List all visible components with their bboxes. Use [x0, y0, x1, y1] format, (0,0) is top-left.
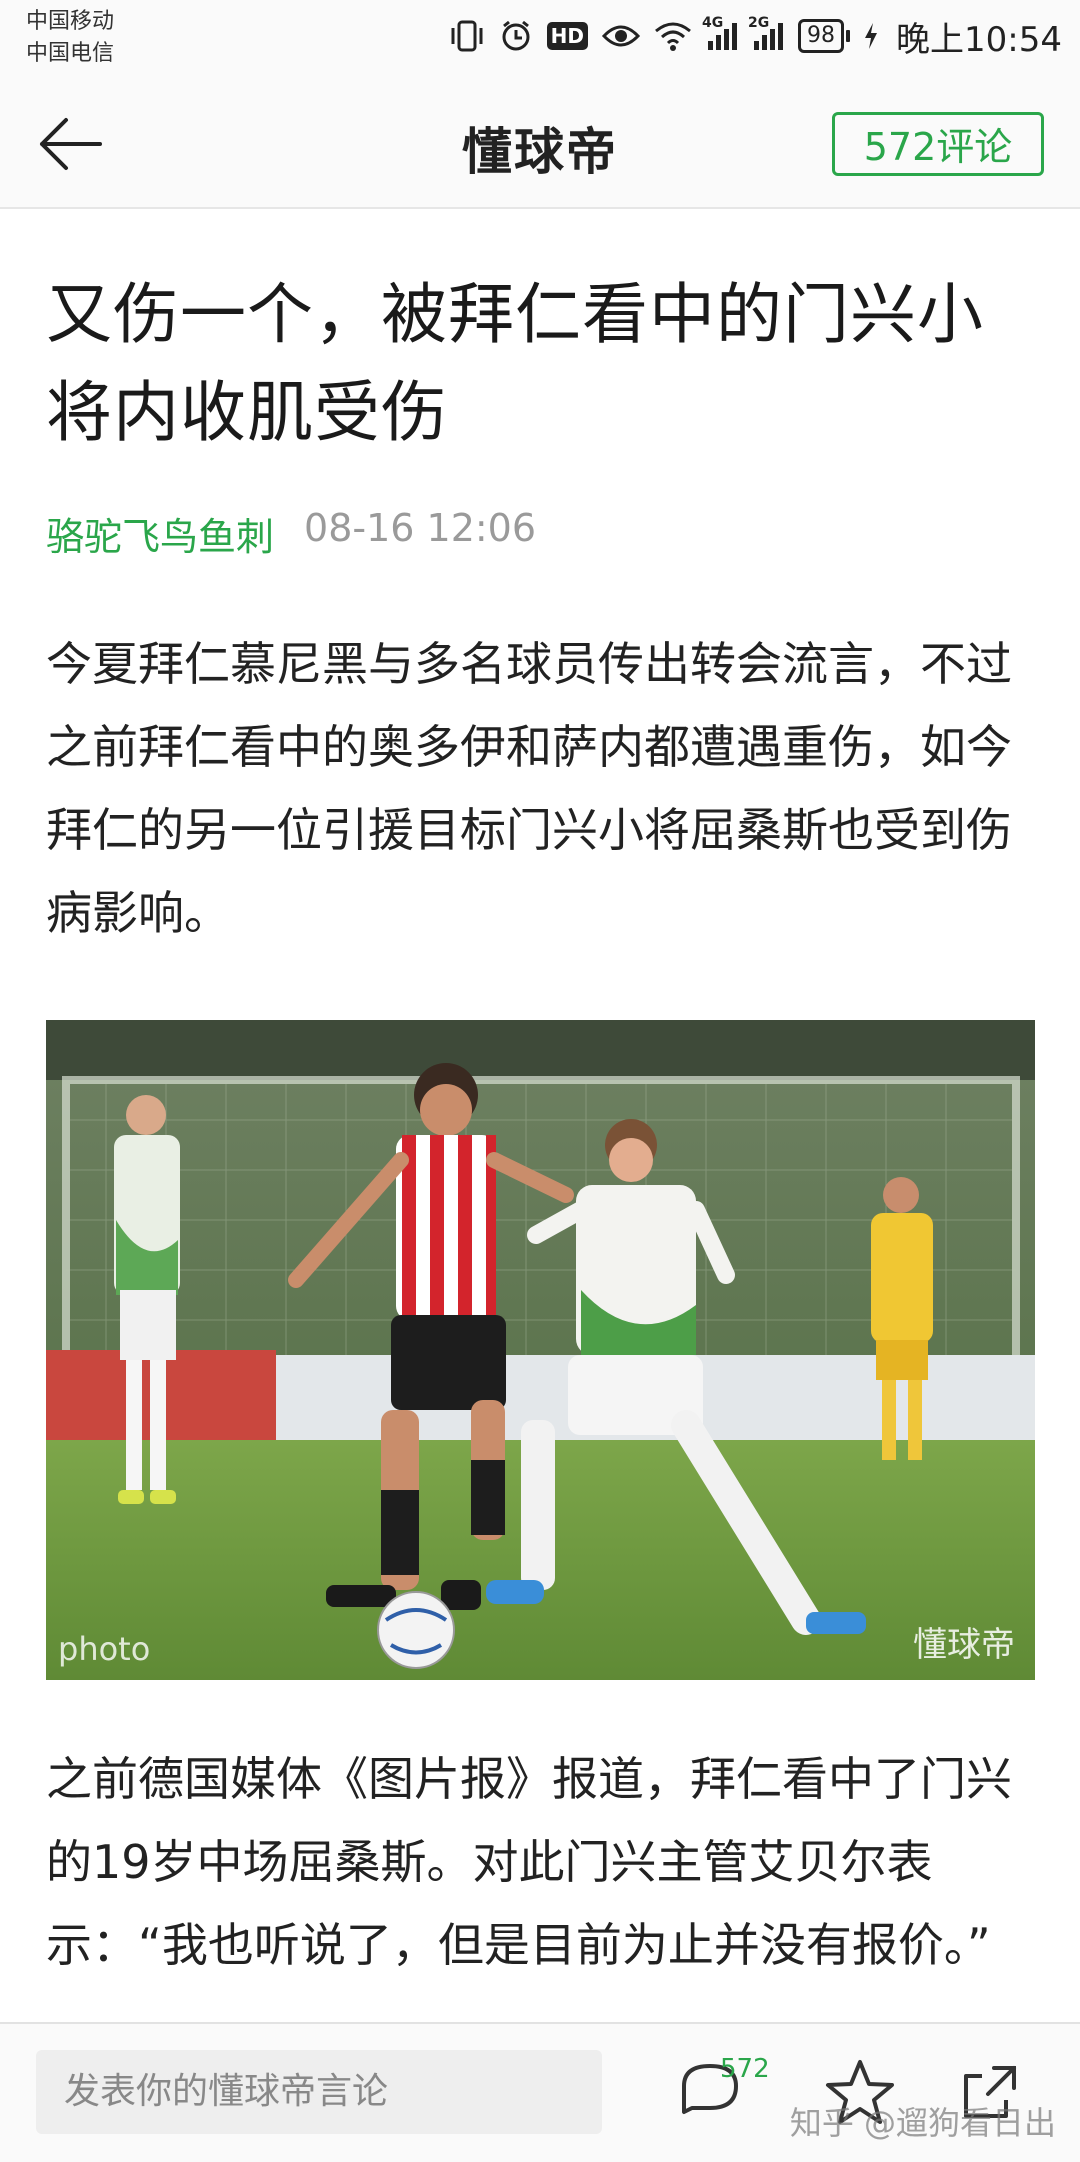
hd-icon: HD — [546, 22, 589, 50]
alarm-icon — [499, 19, 533, 53]
comment-input[interactable]: 发表你的懂球帝言论 — [36, 2050, 602, 2134]
charging-icon — [864, 23, 878, 49]
eye-icon — [602, 22, 641, 50]
author-link[interactable]: 骆驼飞鸟鱼刺 — [46, 506, 274, 561]
network-type-label: 2G — [748, 15, 770, 31]
bottom-action-bar: 发表你的懂球帝言论 572 知乎 @遛狗看日出 — [0, 2022, 1080, 2162]
network-type-label: 4G — [702, 15, 724, 31]
article-paragraph: 之前德国媒体《图片报》报道，拜仁看中了门兴的19岁中场屈桑斯。对此门兴主管艾贝尔… — [46, 1752, 1012, 1972]
publish-date: 08-16 12:06 — [304, 506, 537, 550]
article-meta: 骆驼飞鸟鱼刺 08-16 12:06 — [46, 506, 1036, 561]
zhihu-watermark: 知乎 @遛狗看日出 — [789, 2104, 1056, 2142]
status-icons: HD 4G 2G 98 晚上10:54 — [449, 10, 1062, 62]
comments-button[interactable]: 572评论 — [832, 112, 1044, 176]
article-photo[interactable]: photo 懂球帝 — [46, 1020, 1035, 1680]
article-paragraph: 今夏拜仁慕尼黑与多名球员传出转会流言，不过之前拜仁看中的奥多伊和萨内都遭遇重伤，… — [46, 637, 1012, 940]
status-bar: 中国移动 中国电信 HD 4G 2G 98 晚上10:54 — [0, 0, 1080, 72]
battery-tip — [846, 30, 851, 42]
clock: 晚上10:54 — [896, 19, 1062, 60]
article-title: 又伤一个，被拜仁看中的门兴小将内收肌受伤 — [46, 276, 984, 451]
carrier-2: 中国电信 — [26, 41, 115, 66]
photo-watermark: 懂球帝 — [913, 1625, 1015, 1665]
signal-icon: 4G — [702, 15, 738, 51]
battery-level: 98 — [798, 19, 845, 53]
vibrate-icon — [449, 19, 485, 53]
nav-bar: 懂球帝 572评论 — [0, 72, 1080, 209]
comment-count-badge: 572 — [720, 2054, 770, 2084]
carrier-1: 中国移动 — [26, 9, 115, 34]
football-match-photo — [46, 1020, 1035, 1680]
photo-credit: photo — [58, 1630, 151, 1668]
wifi-icon — [654, 21, 692, 51]
signal-icon: 2G — [748, 15, 784, 51]
article: 又伤一个，被拜仁看中的门兴小将内收肌受伤 骆驼飞鸟鱼刺 08-16 12:06 … — [46, 208, 1036, 955]
battery-icon: 98 — [798, 19, 851, 53]
carrier-info: 中国移动 中国电信 — [26, 6, 114, 70]
